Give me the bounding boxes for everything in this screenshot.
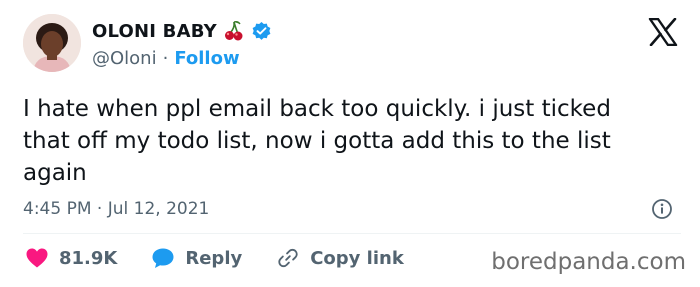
author-display-name[interactable]: OLONI BABY xyxy=(92,21,217,42)
tweet-timestamp[interactable]: 4:45 PM · Jul 12, 2021 xyxy=(23,199,209,219)
reply-button[interactable]: Reply xyxy=(151,247,242,269)
separator-dot: · xyxy=(162,48,169,69)
like-button[interactable]: 81.9K xyxy=(25,247,117,269)
copy-link-button[interactable]: Copy link xyxy=(276,247,404,269)
x-logo-icon[interactable] xyxy=(648,17,678,50)
watermark: boredpanda.com xyxy=(491,249,686,275)
avatar[interactable] xyxy=(23,14,81,72)
cherry-icon xyxy=(223,20,245,42)
copy-link-label: Copy link xyxy=(310,247,404,269)
heart-icon xyxy=(26,248,48,268)
link-icon xyxy=(278,248,298,268)
reply-label: Reply xyxy=(185,247,243,269)
author-handle[interactable]: @Oloni xyxy=(92,48,157,69)
info-icon[interactable] xyxy=(651,198,673,224)
tweet-text: I hate when ppl email back too quickly. … xyxy=(23,96,611,186)
like-count: 81.9K xyxy=(59,247,118,269)
avatar-image xyxy=(23,14,81,72)
verified-badge-icon xyxy=(251,21,272,42)
follow-button[interactable]: Follow xyxy=(174,48,239,69)
divider xyxy=(23,233,681,234)
author-name-row: OLONI BABY xyxy=(92,20,272,42)
reply-icon xyxy=(152,248,174,268)
author-handle-row: @Oloni · Follow xyxy=(92,48,240,69)
tweet-actions: 81.9K Reply Copy link xyxy=(25,247,438,269)
